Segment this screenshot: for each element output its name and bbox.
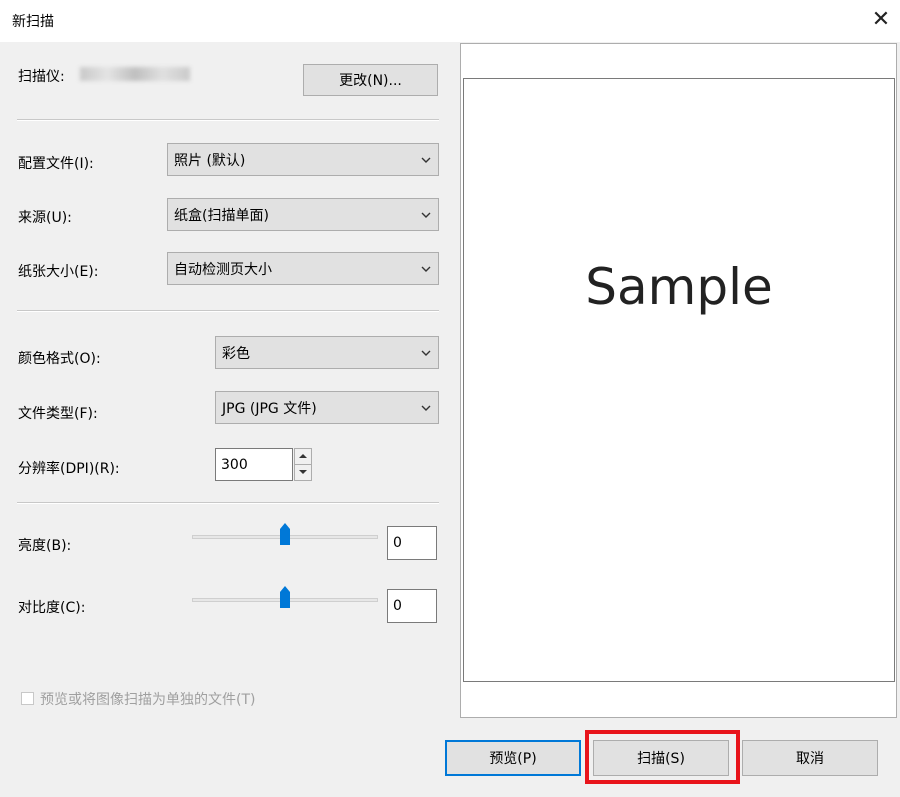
color-format-dropdown[interactable]: 彩色 — [215, 336, 439, 369]
divider — [17, 502, 439, 504]
profile-dropdown[interactable]: 照片 (默认) — [167, 143, 439, 176]
title-bar — [0, 0, 900, 42]
slider-thumb-icon[interactable] — [278, 585, 292, 609]
brightness-label: 亮度(B): — [18, 538, 72, 554]
scanner-label: 扫描仪: — [18, 69, 65, 85]
separate-files-label: 预览或将图像扫描为单独的文件(T) — [40, 692, 256, 708]
slider-thumb-icon[interactable] — [278, 522, 292, 546]
resolution-label: 分辨率(DPI)(R): — [18, 461, 120, 477]
divider — [17, 310, 439, 312]
chevron-down-icon — [421, 212, 431, 218]
file-type-dropdown[interactable]: JPG (JPG 文件) — [215, 391, 439, 424]
resolution-input[interactable]: 300 — [215, 448, 293, 481]
spin-down-icon[interactable] — [295, 465, 311, 481]
chevron-down-icon — [421, 266, 431, 272]
paper-size-dropdown[interactable]: 自动检测页大小 — [167, 252, 439, 285]
source-value: 纸盒(扫描单面) — [174, 207, 269, 224]
close-icon[interactable]: ✕ — [866, 4, 896, 36]
color-format-label: 颜色格式(O): — [18, 351, 101, 367]
preview-page — [463, 78, 895, 682]
profile-value: 照片 (默认) — [174, 152, 246, 169]
brightness-slider[interactable] — [192, 523, 378, 545]
contrast-label: 对比度(C): — [18, 600, 86, 616]
scan-button-highlight — [585, 730, 740, 784]
scanner-name-blurred — [80, 67, 190, 81]
source-label: 来源(U): — [18, 210, 72, 226]
cancel-button[interactable]: 取消 — [742, 740, 878, 776]
separate-files-checkbox[interactable] — [21, 692, 34, 705]
resolution-spinner[interactable] — [294, 448, 312, 481]
window-title: 新扫描 — [12, 14, 54, 30]
contrast-slider[interactable] — [192, 586, 378, 608]
chevron-down-icon — [421, 157, 431, 163]
change-scanner-button[interactable]: 更改(N)... — [303, 64, 438, 96]
file-type-value: JPG (JPG 文件) — [222, 400, 317, 417]
profile-label: 配置文件(I): — [18, 156, 94, 172]
brightness-input[interactable]: 0 — [387, 526, 437, 560]
chevron-down-icon — [421, 405, 431, 411]
source-dropdown[interactable]: 纸盒(扫描单面) — [167, 198, 439, 231]
preview-sample-text: Sample — [585, 258, 773, 316]
paper-size-value: 自动检测页大小 — [174, 261, 272, 278]
paper-size-label: 纸张大小(E): — [18, 264, 99, 280]
preview-button[interactable]: 预览(P) — [445, 740, 581, 776]
divider — [17, 119, 439, 121]
chevron-down-icon — [421, 350, 431, 356]
file-type-label: 文件类型(F): — [18, 406, 98, 422]
contrast-input[interactable]: 0 — [387, 589, 437, 623]
color-format-value: 彩色 — [222, 345, 250, 362]
spin-up-icon[interactable] — [295, 449, 311, 465]
